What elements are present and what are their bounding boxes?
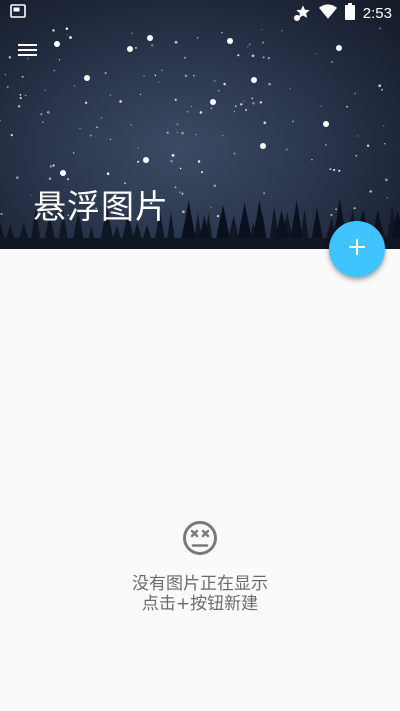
menu-icon (18, 42, 38, 62)
status-time: 2:53 (362, 5, 392, 22)
plus-icon (348, 238, 366, 260)
status-bar: 2:53 (0, 0, 400, 24)
wifi-icon (318, 4, 337, 24)
star-icon (295, 4, 311, 24)
empty-message-line1: 没有图片正在显示 (132, 574, 268, 594)
page-title: 悬浮图片 (33, 187, 169, 226)
add-image-button[interactable] (329, 221, 385, 277)
battery-icon (344, 3, 355, 24)
empty-message-line2: 点击+按钮新建 (141, 594, 259, 614)
sad-face-icon (182, 520, 218, 556)
screenshot-icon (10, 4, 26, 22)
empty-state: 没有图片正在显示 点击+按钮新建 (0, 520, 400, 614)
header-banner: 2:53 悬浮图片 (0, 0, 400, 249)
menu-button[interactable] (12, 38, 44, 66)
